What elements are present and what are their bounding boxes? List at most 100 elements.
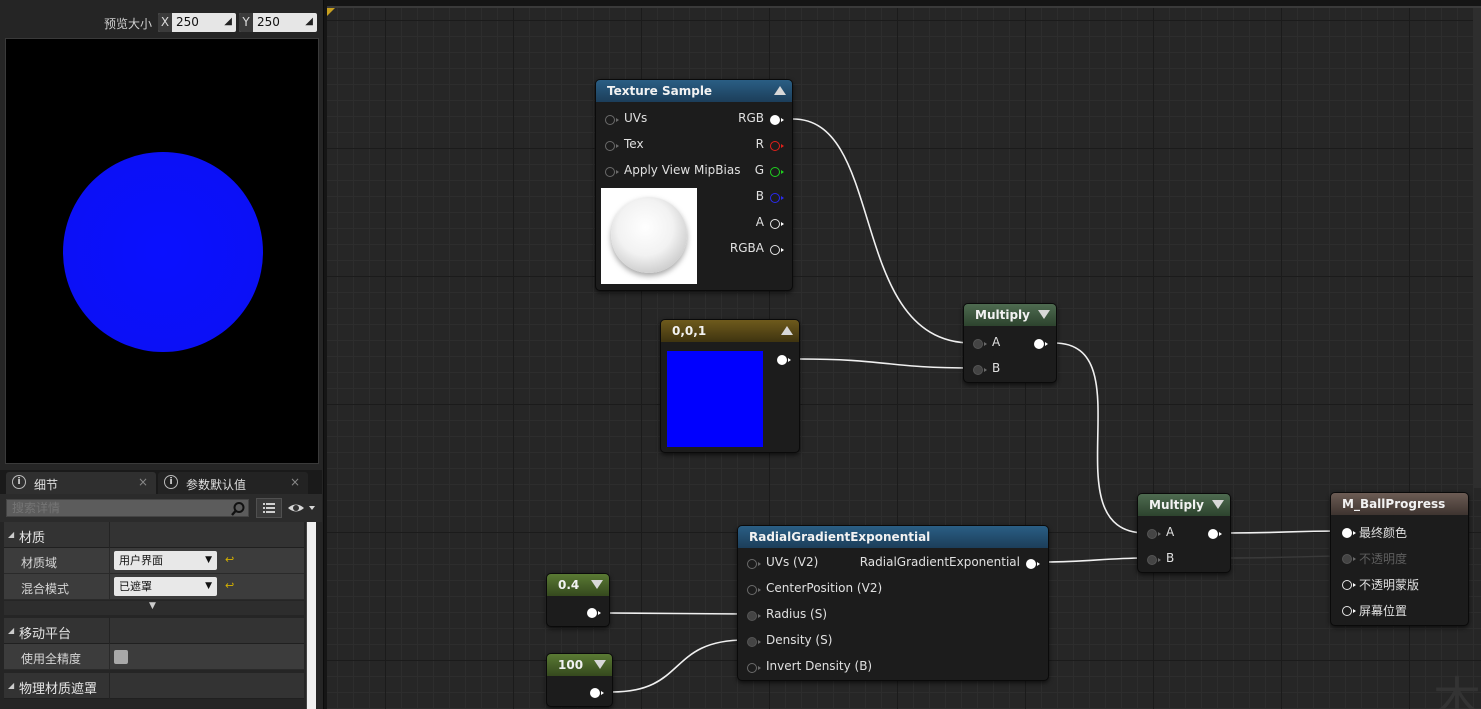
node-radial-gradient-exponential[interactable]: RadialGradientExponential UVs (V2) Cente… — [737, 525, 1049, 681]
details-properties: ◢ 材质 材质域 用户界面 ▼ ↩ 混合模式 已遮罩 ▼ ↩ ▼ ◢ 移动平台 … — [4, 522, 304, 709]
close-icon[interactable]: × — [138, 475, 148, 489]
pin-b-out[interactable] — [770, 193, 784, 203]
node-header[interactable]: Texture Sample — [596, 80, 792, 102]
prop-material-domain: 材质域 用户界面 ▼ ↩ — [4, 548, 304, 574]
pin-rgba-out[interactable] — [770, 245, 784, 255]
resize-grip-icon: ◢ — [305, 16, 313, 27]
preview-sphere — [63, 152, 263, 352]
pin-invert-density[interactable] — [747, 663, 761, 673]
node-header[interactable]: Multiply — [1138, 494, 1230, 516]
pin-g-out[interactable] — [770, 167, 784, 177]
node-title: M_BallProgress — [1342, 497, 1446, 511]
pin-density[interactable] — [747, 637, 761, 647]
pin-rgb-out[interactable] — [770, 115, 784, 125]
full-precision-checkbox[interactable] — [114, 650, 128, 664]
pin-opacity[interactable] — [1342, 554, 1356, 564]
y-axis-label: Y — [239, 13, 253, 32]
x-axis-label: X — [158, 13, 172, 32]
pin-uvs-v2[interactable] — [747, 559, 761, 569]
tab-details-label: 细节 — [34, 478, 59, 492]
pin-center-position[interactable] — [747, 585, 761, 595]
pin-label: Apply View MipBias — [624, 163, 741, 177]
node-header[interactable]: M_BallProgress — [1331, 493, 1468, 515]
preview-size-y-field[interactable]: Y 250 ◢ — [239, 13, 317, 32]
preview-size-bar: 预览大小 X 250 ◢ Y 250 ◢ — [0, 10, 322, 34]
pin-b[interactable] — [973, 365, 987, 375]
node-constant-radius[interactable]: 0.4 — [546, 573, 610, 627]
pin-a[interactable] — [1147, 529, 1161, 539]
search-input[interactable] — [6, 499, 249, 517]
pin-screen-position[interactable] — [1342, 606, 1356, 616]
node-title: 100 — [558, 658, 584, 672]
node-header[interactable]: RadialGradientExponential — [738, 526, 1048, 548]
node-multiply-2[interactable]: Multiply A B — [1137, 493, 1231, 573]
chevron-down-icon: ▼ — [205, 581, 212, 591]
preview-viewport[interactable] — [5, 38, 319, 464]
pin-b[interactable] — [1147, 555, 1161, 565]
graph-scrollbar[interactable] — [1473, 8, 1481, 488]
pin-a-out[interactable] — [770, 219, 784, 229]
pin-a[interactable] — [973, 339, 987, 349]
node-multiply-1[interactable]: Multiply A B — [963, 303, 1057, 383]
watermark: 木 — [1432, 672, 1481, 709]
details-tab-bar: i 细节 × i 参数默认值 × — [0, 470, 322, 494]
category-material[interactable]: ◢ 材质 — [4, 522, 304, 548]
color-swatch[interactable] — [667, 351, 763, 447]
node-header[interactable]: 0,0,1 — [661, 320, 799, 342]
prop-label: 使用全精度 — [21, 652, 82, 666]
pin-output[interactable] — [590, 688, 604, 698]
pin-label: R — [755, 137, 764, 151]
pin-apply-view-mipbias[interactable] — [605, 167, 619, 177]
node-header[interactable]: 0.4 — [547, 574, 609, 596]
node-title: Multiply — [1149, 498, 1204, 512]
pin-output[interactable] — [587, 608, 601, 618]
node-header[interactable]: Multiply — [964, 304, 1056, 326]
collapse-triangle-icon[interactable] — [591, 580, 603, 589]
advanced-expander[interactable]: ▼ — [4, 601, 304, 615]
pin-output[interactable] — [1026, 559, 1040, 569]
tab-details[interactable]: i 细节 × — [6, 472, 156, 494]
reset-to-default-icon[interactable]: ↩ — [225, 553, 234, 566]
collapse-triangle-icon[interactable] — [1212, 500, 1224, 509]
node-material-result[interactable]: M_BallProgress 最终颜色 不透明度 不透明蒙版 屏幕位置 — [1330, 492, 1469, 626]
collapse-triangle-icon[interactable] — [781, 326, 793, 335]
properties-scrollbar[interactable] — [306, 522, 316, 709]
search-icon[interactable] — [230, 501, 246, 517]
material-domain-dropdown[interactable]: 用户界面 ▼ — [114, 551, 217, 570]
pin-label: A — [755, 215, 764, 229]
texture-thumbnail[interactable] — [601, 188, 697, 284]
blend-mode-dropdown[interactable]: 已遮罩 ▼ — [114, 577, 217, 596]
pin-label: 不透明蒙版 — [1359, 578, 1420, 592]
list-view-button[interactable] — [256, 498, 282, 518]
node-header[interactable]: 100 — [547, 654, 612, 676]
pin-label: 屏幕位置 — [1359, 604, 1408, 618]
reset-to-default-icon[interactable]: ↩ — [225, 579, 234, 592]
pin-output[interactable] — [777, 355, 791, 365]
dropdown-value: 已遮罩 — [119, 580, 152, 593]
close-icon[interactable]: × — [290, 475, 300, 489]
pin-uvs[interactable] — [605, 115, 619, 125]
pin-label: RGBA — [729, 241, 764, 255]
preview-size-x-field[interactable]: X 250 ◢ — [158, 13, 236, 32]
pin-radius[interactable] — [747, 611, 761, 621]
prop-label: 混合模式 — [21, 582, 70, 596]
pin-opacity-mask[interactable] — [1342, 580, 1356, 590]
eye-icon[interactable] — [286, 499, 318, 517]
tab-param-defaults[interactable]: i 参数默认值 × — [158, 472, 308, 494]
pin-tex[interactable] — [605, 141, 619, 151]
pin-output[interactable] — [1208, 529, 1222, 539]
material-graph[interactable]: 木 Texture Sample UVs Tex Apply View MipB… — [327, 6, 1481, 709]
node-constant-density[interactable]: 100 — [546, 653, 613, 707]
collapse-triangle-icon[interactable] — [774, 86, 786, 95]
node-texture-sample[interactable]: Texture Sample UVs Tex Apply View MipBia… — [595, 79, 793, 291]
category-physical-material-mask[interactable]: ◢ 物理材质遮罩 — [4, 673, 304, 699]
node-constant3-vector[interactable]: 0,0,1 — [660, 319, 800, 453]
pin-label: RGB — [738, 111, 764, 125]
collapse-triangle-icon[interactable] — [1038, 310, 1050, 319]
collapse-triangle-icon[interactable] — [594, 660, 606, 669]
pin-output[interactable] — [1034, 339, 1048, 349]
category-mobile[interactable]: ◢ 移动平台 — [4, 618, 304, 644]
pin-r-out[interactable] — [770, 141, 784, 151]
pin-label: RadialGradientExponential — [859, 555, 1020, 569]
pin-final-color[interactable] — [1342, 528, 1356, 538]
